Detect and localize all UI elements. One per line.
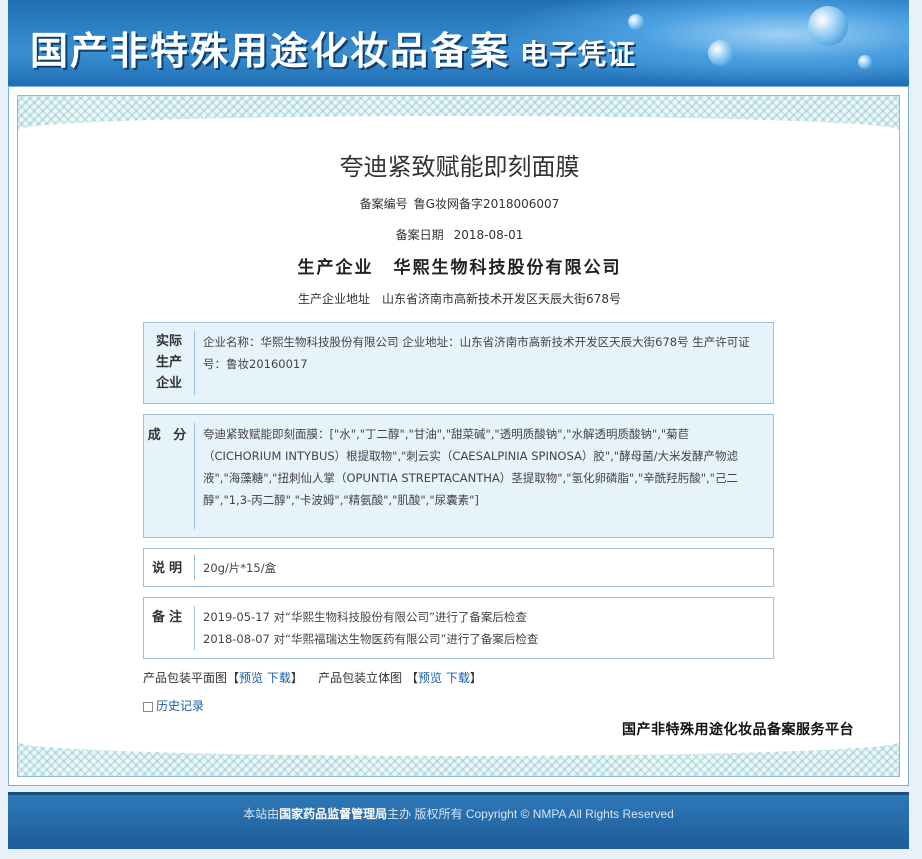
- actual-producer-label: 实际生产企业: [155, 334, 182, 391]
- history-link[interactable]: 历史记录: [143, 697, 204, 714]
- header-banner: 国产非特殊用途化妆品备案 电子凭证: [8, 0, 909, 86]
- remarks-label: 备注: [151, 610, 186, 625]
- remark-line: 2019-05-17 对“华熙生物科技股份有限公司”进行了备案后检查: [203, 610, 527, 624]
- record-date-line: 备案日期 2018-08-01: [9, 226, 910, 243]
- divider: [194, 606, 195, 650]
- record-number: 鲁G妆网备字2018006007: [413, 197, 560, 211]
- molecule-icon: [808, 6, 848, 46]
- certificate-panel: 夸迪紧致赋能即刻面膜 备案编号 鲁G妆网备字2018006007 备案日期 2018…: [8, 86, 909, 786]
- actual-producer-content: 企业名称：华熙生物科技股份有限公司 企业地址：山东省济南市高新技术开发区天辰大街…: [203, 335, 750, 371]
- banner-title: 国产非特殊用途化妆品备案 电子凭证: [30, 20, 636, 75]
- producer-address-label: 生产企业地址: [298, 292, 371, 306]
- remark-line: 2018-08-07 对“华熙福瑞达生物医药有限公司”进行了备案后检查: [203, 632, 539, 646]
- flat-package-label: 产品包装平面图【: [143, 671, 240, 685]
- stereo-package-label: 产品包装立体图 【: [318, 671, 418, 685]
- stereo-download-link[interactable]: 下载: [446, 671, 470, 685]
- package-links: 产品包装平面图【预览 下载】 产品包装立体图 【预览 下载】: [143, 669, 482, 686]
- ingredients-label: 成 分: [147, 428, 191, 443]
- platform-name: 国产非特殊用途化妆品备案服务平台: [622, 722, 854, 738]
- guilloche-top: [18, 96, 899, 130]
- record-number-line: 备案编号 鲁G妆网备字2018006007: [9, 195, 910, 212]
- history-icon: [143, 701, 153, 712]
- molecule-icon: [858, 55, 872, 69]
- divider: [194, 555, 195, 580]
- footer-copyright: 本站由国家药品监督管理局主办 版权所有 Copyright © NMPA All…: [8, 795, 909, 833]
- banner-title-sub: 电子凭证: [520, 38, 637, 71]
- history-link-label[interactable]: 历史记录: [156, 699, 204, 713]
- guilloche-bottom: [18, 742, 899, 776]
- footer: 本站由国家药品监督管理局主办 版权所有 Copyright © NMPA All…: [8, 792, 909, 849]
- footer-prefix: 本站由: [243, 807, 280, 821]
- molecule-icon: [708, 40, 734, 66]
- record-date: 2018-08-01: [453, 228, 524, 242]
- bracket: 】: [469, 671, 482, 685]
- bracket: 】: [290, 671, 303, 685]
- footer-org: 国家药品监督管理局: [279, 807, 388, 821]
- producer-address-line: 生产企业地址 山东省济南市高新技术开发区天辰大街678号: [9, 290, 910, 307]
- footer-suffix: 主办 版权所有 Copyright © NMPA All Rights Rese…: [387, 807, 674, 821]
- description-label: 说明: [151, 561, 186, 576]
- remarks-content: 2019-05-17 对“华熙生物科技股份有限公司”进行了备案后检查 2018-…: [203, 606, 759, 650]
- ingredients-box: 成 分 夸迪紧致赋能即刻面膜：["水","丁二醇","甘油","甜菜碱","透明…: [143, 414, 774, 538]
- divider: [194, 331, 195, 395]
- divider: [194, 423, 195, 529]
- ingredients-content: 夸迪紧致赋能即刻面膜：["水","丁二醇","甘油","甜菜碱","透明质酸钠"…: [203, 427, 738, 507]
- actual-producer-box: 实际生产企业 企业名称：华熙生物科技股份有限公司 企业地址：山东省济南市高新技术…: [143, 322, 774, 404]
- producer-address: 山东省济南市高新技术开发区天辰大街678号: [382, 292, 621, 306]
- producer-label: 生产企业: [297, 258, 374, 278]
- product-name: 夸迪紧致赋能即刻面膜: [339, 153, 580, 181]
- producer-name: 华熙生物科技股份有限公司: [393, 258, 622, 278]
- flat-preview-link[interactable]: 预览: [239, 671, 263, 685]
- banner-title-main: 国产非特殊用途化妆品备案: [30, 28, 511, 73]
- record-number-label: 备案编号: [359, 197, 408, 211]
- producer-line: 生产企业 华熙生物科技股份有限公司: [9, 253, 910, 278]
- record-date-label: 备案日期: [395, 228, 444, 242]
- stereo-preview-link[interactable]: 预览: [418, 671, 442, 685]
- flat-download-link[interactable]: 下载: [267, 671, 291, 685]
- description-content: 20g/片*15/盒: [203, 561, 277, 575]
- remarks-box: 备注 2019-05-17 对“华熙生物科技股份有限公司”进行了备案后检查 20…: [143, 597, 774, 659]
- description-box: 说明 20g/片*15/盒: [143, 548, 774, 587]
